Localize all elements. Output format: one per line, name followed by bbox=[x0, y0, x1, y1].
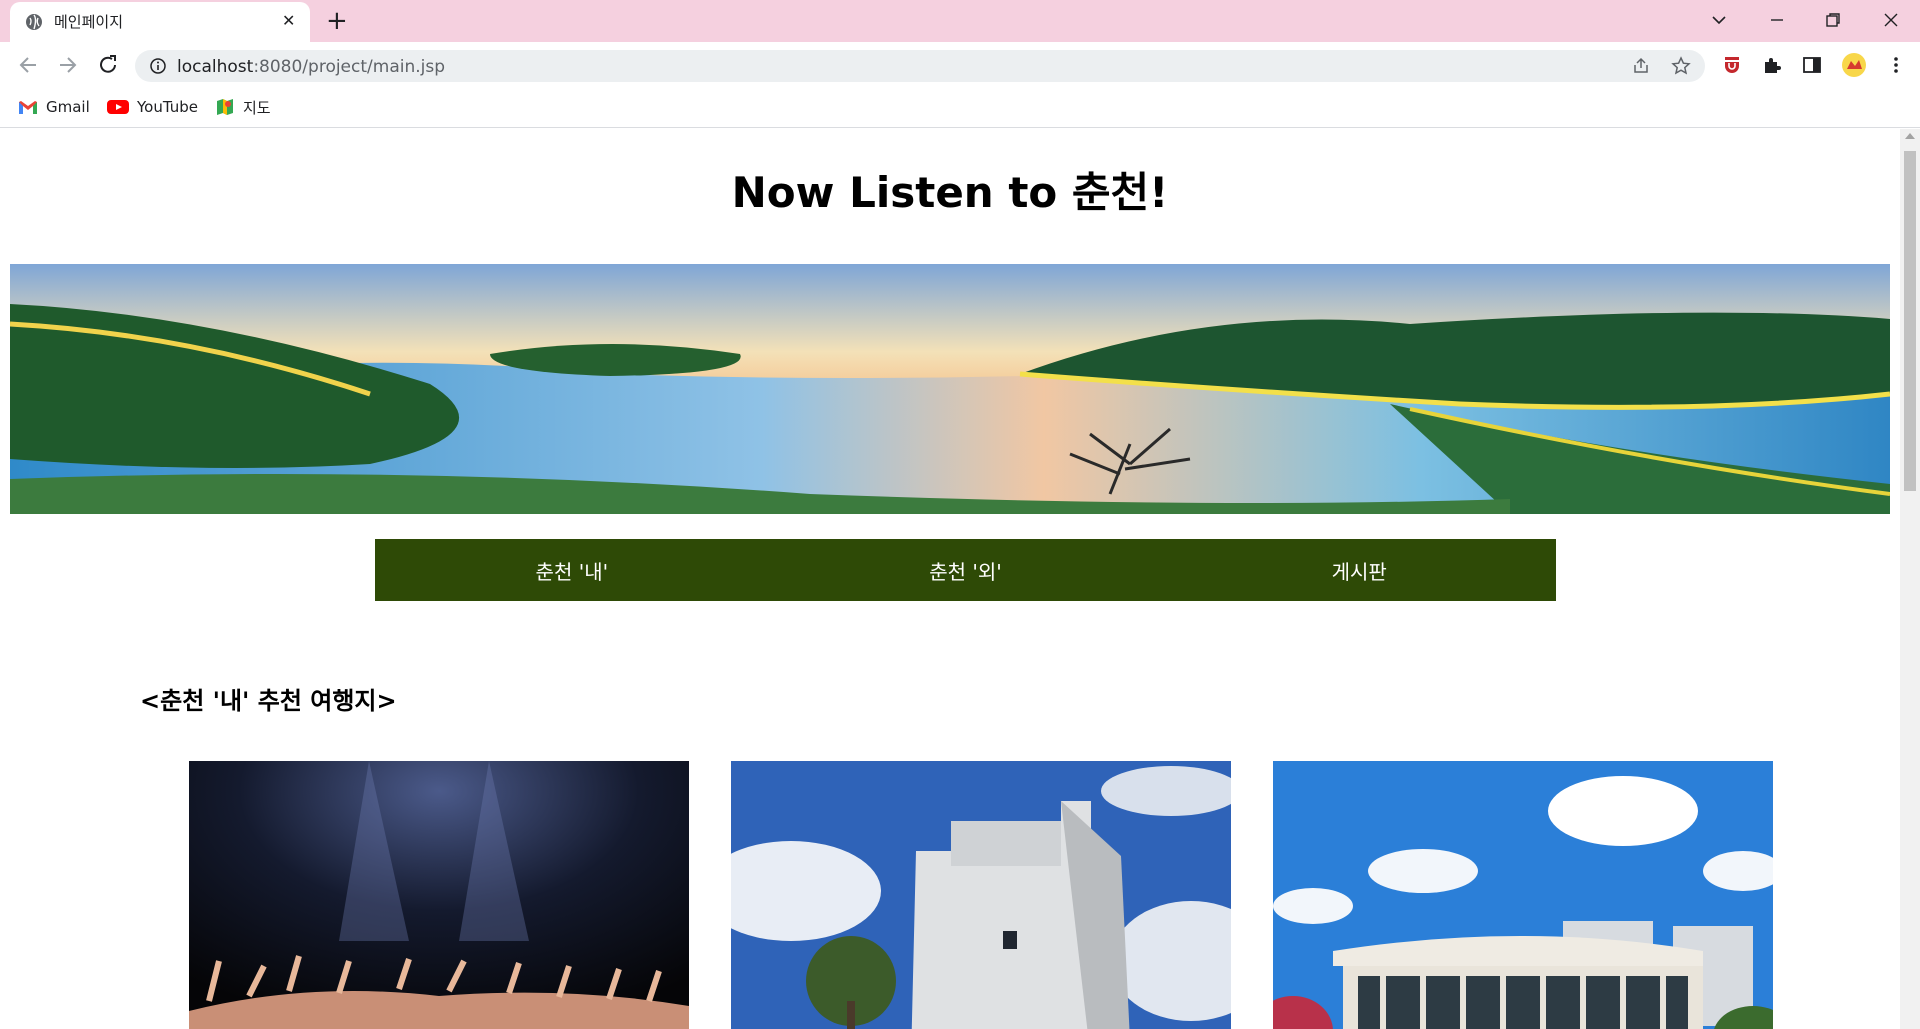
tab-title: 메인페이지 bbox=[54, 13, 124, 31]
bookmarks-bar: Gmail YouTube 지도 bbox=[0, 88, 1920, 128]
section-title: <춘천 '내' 추천 여행지> bbox=[140, 687, 397, 715]
more-menu-icon[interactable] bbox=[1885, 54, 1907, 76]
minimize-icon[interactable] bbox=[1768, 11, 1786, 29]
extension-shield-icon[interactable] bbox=[1721, 54, 1743, 76]
profile-avatar-icon[interactable] bbox=[1841, 52, 1867, 78]
chevron-down-icon[interactable] bbox=[1710, 11, 1728, 29]
restore-icon[interactable] bbox=[1824, 11, 1842, 29]
scrollbar-thumb[interactable] bbox=[1904, 151, 1916, 491]
address-bar[interactable]: localhost:8080/project/main.jsp bbox=[135, 50, 1705, 82]
gmail-icon bbox=[19, 101, 37, 114]
nav-item-chuncheon-inside[interactable]: 춘천 '내' bbox=[375, 539, 769, 601]
bookmark-gmail[interactable]: Gmail bbox=[18, 96, 90, 118]
bookmark-label: 지도 bbox=[243, 98, 271, 117]
back-icon[interactable] bbox=[14, 51, 42, 79]
browser-toolbar: localhost:8080/project/main.jsp bbox=[0, 42, 1920, 88]
side-panel-icon[interactable] bbox=[1801, 54, 1823, 76]
bookmark-maps[interactable]: 지도 bbox=[215, 96, 271, 118]
page-title: Now Listen to 춘천! bbox=[731, 168, 1169, 217]
concert-photo[interactable] bbox=[189, 761, 689, 1029]
globe-icon bbox=[26, 14, 42, 30]
bookmark-star-icon[interactable] bbox=[1671, 56, 1691, 76]
page-viewport: Now Listen to 춘천! 춘천 '내' 춘천 '외' 게시판 <춘천 … bbox=[0, 129, 1900, 1029]
nav-item-board[interactable]: 게시판 bbox=[1162, 539, 1556, 601]
nav-item-chuncheon-outside[interactable]: 춘천 '외' bbox=[769, 539, 1163, 601]
bookmark-youtube[interactable]: YouTube bbox=[107, 96, 198, 118]
url-text[interactable]: localhost:8080/project/main.jsp bbox=[177, 57, 445, 77]
tab-strip: 메인페이지 ✕ + bbox=[0, 0, 1920, 42]
new-tab-button[interactable]: + bbox=[326, 6, 348, 36]
active-tab[interactable]: 메인페이지 ✕ bbox=[10, 2, 310, 42]
url-path: :8080/project/main.jsp bbox=[253, 57, 446, 77]
extensions-puzzle-icon[interactable] bbox=[1761, 54, 1783, 76]
bookmark-label: Gmail bbox=[46, 98, 90, 116]
youtube-icon bbox=[107, 100, 129, 114]
white-tower-photo[interactable] bbox=[731, 761, 1231, 1029]
concert-hall-photo[interactable] bbox=[1273, 761, 1773, 1029]
share-icon[interactable] bbox=[1631, 56, 1651, 76]
info-icon[interactable] bbox=[149, 57, 167, 75]
main-nav-menu: 춘천 '내' 춘천 '외' 게시판 bbox=[375, 539, 1556, 601]
url-host: localhost bbox=[177, 57, 254, 77]
maps-icon bbox=[217, 99, 233, 115]
tab-close-button[interactable]: ✕ bbox=[282, 11, 295, 30]
reload-icon[interactable] bbox=[94, 51, 122, 79]
close-icon[interactable] bbox=[1882, 11, 1900, 29]
banner-image bbox=[10, 264, 1890, 514]
page-scrollbar[interactable] bbox=[1900, 129, 1920, 1029]
bookmark-label: YouTube bbox=[137, 98, 198, 116]
scroll-up-arrow[interactable] bbox=[1905, 133, 1915, 139]
forward-icon[interactable] bbox=[54, 51, 82, 79]
